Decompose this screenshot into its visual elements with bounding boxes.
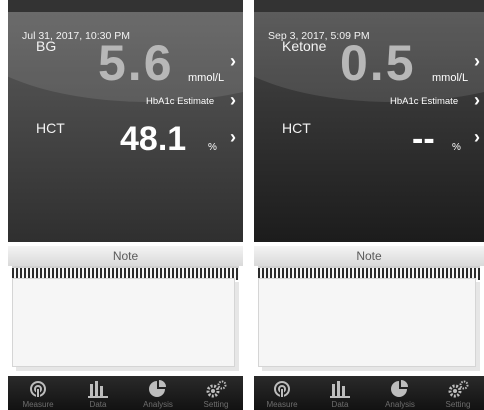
measure-icon	[30, 381, 46, 398]
tab-data[interactable]: Data	[78, 380, 118, 409]
tab-data[interactable]: Data	[320, 380, 360, 409]
tab-measure-label: Measure	[22, 400, 54, 409]
bg-value: 5.6	[98, 35, 174, 91]
hct-chevron-icon[interactable]: ›	[230, 128, 236, 146]
measure-icon	[274, 381, 290, 398]
hct-chevron-icon[interactable]: ›	[474, 128, 480, 146]
tab-measure[interactable]: Measure	[262, 380, 302, 409]
ketone-value: 0.5	[340, 35, 416, 91]
bg-label: BG	[36, 38, 57, 54]
hba1c-estimate-link[interactable]: HbA1c Estimate	[146, 96, 214, 107]
note-title: Note	[254, 246, 484, 266]
tab-data-label: Data	[89, 400, 107, 409]
ketone-unit: mmol/L	[432, 72, 469, 84]
tab-setting[interactable]: Setting	[196, 380, 236, 409]
data-bars-icon	[88, 381, 108, 398]
right-screen: Sep 3, 2017, 5:09 PM Ketone 0.5 › mmol/L…	[254, 0, 484, 410]
hba1c-chevron-icon[interactable]: ›	[474, 91, 480, 109]
bg-unit: mmol/L	[188, 72, 225, 84]
reading-panel: Sep 3, 2017, 5:09 PM Ketone 0.5 › mmol/L…	[254, 0, 484, 242]
tab-bar: Measure Data Analysis Setting	[254, 376, 484, 410]
hct-value: --	[412, 120, 435, 158]
tab-analysis[interactable]: Analysis	[380, 380, 420, 409]
ketone-label: Ketone	[282, 38, 327, 54]
tab-setting-label: Setting	[445, 400, 471, 409]
pie-chart-icon	[149, 380, 166, 397]
hba1c-chevron-icon[interactable]: ›	[230, 91, 236, 109]
tab-analysis-label: Analysis	[143, 400, 173, 409]
note-section: Note	[8, 242, 243, 377]
hct-label: HCT	[282, 120, 311, 136]
tab-setting-label: Setting	[203, 400, 229, 409]
data-bars-icon	[330, 381, 350, 398]
ketone-chevron-icon[interactable]: ›	[474, 52, 480, 70]
hba1c-estimate-link[interactable]: HbA1c Estimate	[390, 96, 458, 107]
reading-panel: Jul 31, 2017, 10:30 PM BG 5.6 › mmol/L H…	[8, 0, 243, 242]
tab-measure[interactable]: Measure	[18, 380, 58, 409]
tab-data-label: Data	[331, 400, 349, 409]
gear-icon	[206, 380, 227, 398]
gear-icon	[448, 380, 469, 398]
hct-label: HCT	[36, 120, 65, 136]
tab-measure-label: Measure	[266, 400, 298, 409]
note-paper[interactable]	[258, 278, 476, 367]
tab-setting[interactable]: Setting	[438, 380, 478, 409]
note-section: Note	[254, 242, 484, 377]
left-screen: Jul 31, 2017, 10:30 PM BG 5.6 › mmol/L H…	[8, 0, 243, 410]
bg-chevron-icon[interactable]: ›	[230, 52, 236, 70]
tab-analysis[interactable]: Analysis	[138, 380, 178, 409]
note-title: Note	[8, 246, 243, 266]
pie-chart-icon	[391, 380, 408, 397]
note-paper[interactable]	[12, 278, 235, 367]
tab-bar: Measure Data Analysis Setting	[8, 376, 243, 410]
hct-unit: %	[452, 142, 461, 153]
hct-value: 48.1	[120, 120, 187, 158]
tab-analysis-label: Analysis	[385, 400, 415, 409]
hct-unit: %	[208, 142, 217, 153]
